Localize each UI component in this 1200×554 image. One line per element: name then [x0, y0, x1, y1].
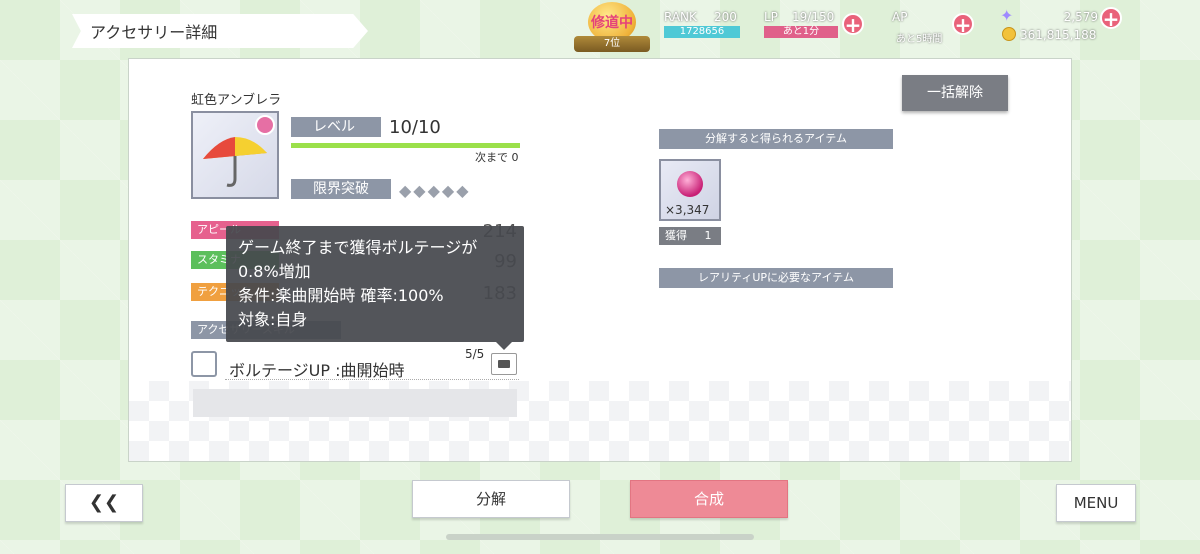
- dismantle-button[interactable]: 分解: [412, 480, 570, 518]
- obtain-count: 獲得 1: [659, 227, 721, 245]
- back-button[interactable]: ❮❮: [65, 484, 143, 522]
- skill-name: ボルテージUP :曲開始時: [229, 361, 405, 380]
- gold-coin-icon: [1002, 27, 1016, 41]
- dismantle-items-header: 分解すると得られるアイテム: [659, 129, 893, 149]
- tooltip-line-4: 対象:自身: [238, 310, 308, 329]
- accessory-card[interactable]: [191, 111, 279, 199]
- next-level: 次まで 0: [475, 149, 519, 165]
- lp-add-button[interactable]: +: [842, 13, 864, 35]
- limit-break-marks: ◆◆◆◆◆: [399, 181, 471, 200]
- bulk-release-button[interactable]: 一括解除: [902, 75, 1008, 111]
- material-item[interactable]: ×3,347: [659, 159, 721, 221]
- star-gem-icon: ✦: [1000, 6, 1014, 25]
- skill-icon: [191, 351, 217, 377]
- star-add-button[interactable]: +: [1100, 7, 1122, 29]
- ap-add-button[interactable]: +: [952, 13, 974, 35]
- level-tag: レベル: [291, 117, 381, 137]
- event-rank: 7位: [574, 36, 650, 52]
- umbrella-icon: [203, 137, 267, 187]
- event-badge[interactable]: 修道中 7位: [574, 2, 650, 52]
- fuse-button[interactable]: 合成: [630, 480, 788, 518]
- skill-level: 5/5: [465, 347, 485, 361]
- home-indicator: [446, 534, 754, 540]
- menu-button[interactable]: MENU: [1056, 484, 1136, 522]
- empty-skill-slot: [193, 389, 517, 417]
- rank-label: RANK: [664, 10, 697, 24]
- next-level-label: 次まで: [475, 151, 508, 164]
- accessory-detail-panel: 虹色アンブレラ レベル 10/10 次まで 0 限界突破 ◆◆◆◆◆ アピール …: [128, 58, 1072, 462]
- lp-label: LP: [764, 10, 778, 24]
- ap-sub: あと5時間: [896, 34, 943, 45]
- skill-tooltip: ゲーム終了まで獲得ボルテージが 0.8%増加 条件:楽曲開始時 確率:100% …: [226, 226, 524, 350]
- ap-label: AP: [892, 10, 908, 24]
- lp-value: 19/150: [792, 10, 835, 24]
- page-title: アクセサリー詳細: [72, 14, 368, 48]
- level-progress-bar: [291, 143, 520, 148]
- skill-divider: [225, 379, 519, 380]
- tooltip-line-1: ゲーム終了まで獲得ボルテージが: [238, 238, 478, 257]
- gold-count: 361,815,188: [1020, 28, 1097, 42]
- rarity-items-header: レアリティUPに必要なアイテム: [659, 268, 893, 288]
- lp-bar: あと1分: [764, 26, 838, 38]
- next-level-value: 0: [511, 151, 519, 164]
- obtain-label: 獲得: [665, 229, 687, 242]
- tooltip-line-3: 条件:楽曲開始時 確率:100%: [238, 286, 444, 305]
- level-value: 10/10: [389, 117, 441, 138]
- star-gem-count: 2,579: [1063, 10, 1098, 24]
- speech-bubble-icon: [498, 360, 510, 368]
- accessory-name: 虹色アンブレラ: [191, 93, 282, 108]
- rank-exp-bar: 1728656: [664, 26, 740, 38]
- skill-detail-button[interactable]: [491, 353, 517, 375]
- gem-icon: [677, 171, 703, 197]
- rank-value: 200: [714, 10, 737, 24]
- tooltip-line-2: 0.8%増加: [238, 262, 311, 281]
- page-title-text: アクセサリー詳細: [90, 23, 218, 42]
- obtain-value: 1: [704, 229, 712, 242]
- material-qty: ×3,347: [665, 203, 710, 217]
- limit-break-tag: 限界突破: [291, 179, 391, 199]
